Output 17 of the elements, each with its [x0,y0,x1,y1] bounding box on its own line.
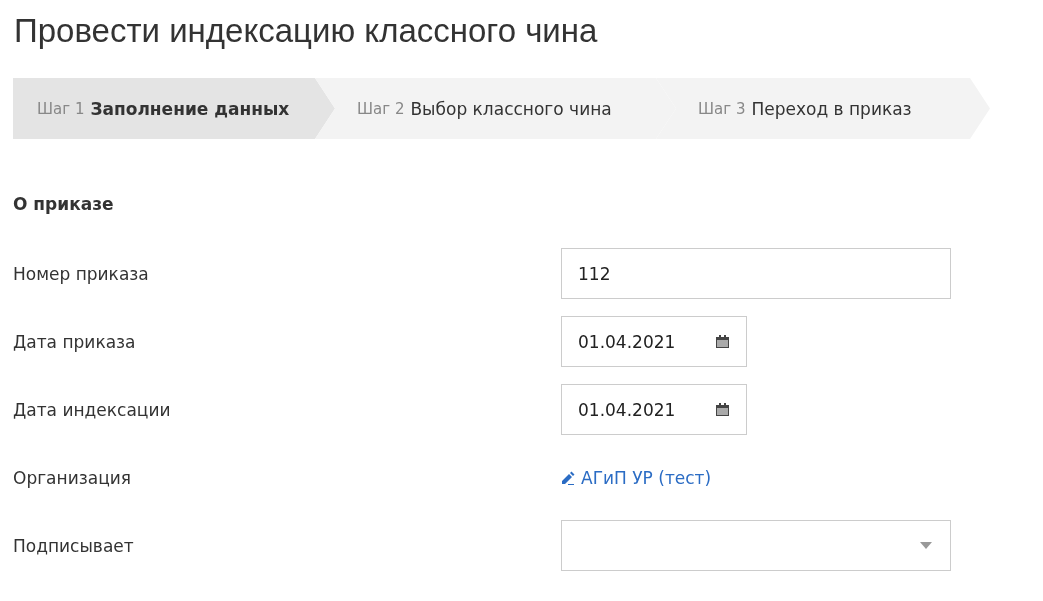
field-label: Дата индексации [13,399,172,420]
wizard-step[interactable]: Шаг 2 Выбор классного чина [315,78,676,139]
organization-link[interactable]: АГиП УР (тест) [561,467,712,488]
field-label: Организация [13,467,132,488]
field-label: Дата приказа [13,331,137,352]
wizard-step[interactable]: Шаг 3 Переход в приказ [656,78,990,139]
field-label: Подписывает [13,535,135,556]
input-field[interactable]: 112 [561,248,951,299]
section-heading: О приказе [13,194,115,214]
date-field[interactable]: 01.04.2021 [561,316,747,367]
field-label: Номер приказа [13,263,150,284]
wizard-step[interactable]: Шаг 1 Заполнение данных [13,78,335,139]
caret-icon [920,542,932,549]
select-field[interactable] [561,520,951,571]
pencil-icon [561,470,575,485]
date-field[interactable]: 01.04.2021 [561,384,747,435]
page-title: Провести индексацию классного чина [14,12,599,50]
